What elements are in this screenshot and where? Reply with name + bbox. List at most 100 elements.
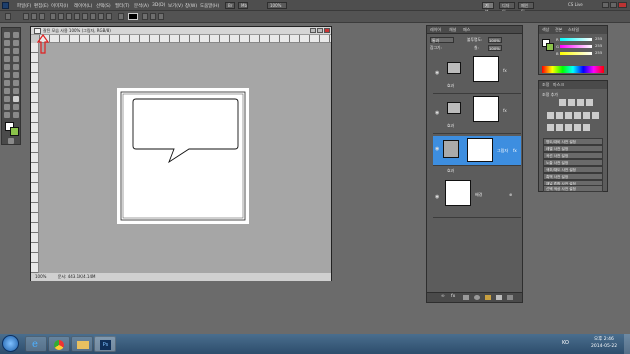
language-indicator[interactable]: KO: [562, 340, 569, 346]
invert-icon[interactable]: [547, 124, 554, 131]
3d-camera-tool-icon[interactable]: [13, 104, 19, 110]
marquee-tool-icon[interactable]: [13, 32, 19, 38]
selective-color-icon[interactable]: [583, 124, 590, 131]
blend-mode-select[interactable]: 통과: [430, 37, 454, 43]
artboard[interactable]: [117, 88, 249, 224]
curves-icon[interactable]: [577, 99, 584, 106]
r-value[interactable]: 255: [595, 36, 602, 41]
brush-tool-icon[interactable]: [13, 56, 19, 62]
tab-masks[interactable]: 마스크: [553, 82, 564, 88]
3d-rotate-tool-icon[interactable]: [4, 104, 10, 110]
path-select-tool-icon[interactable]: [4, 96, 10, 102]
clock-time[interactable]: 오후 2:46: [594, 336, 614, 342]
doc-close-button[interactable]: [324, 28, 330, 33]
polygon-icon[interactable]: [90, 13, 96, 20]
quick-select-tool-icon[interactable]: [13, 40, 19, 46]
doc-minimize-button[interactable]: [310, 28, 316, 33]
taskbar-chrome-icon[interactable]: [48, 336, 70, 352]
brightness-icon[interactable]: [559, 99, 566, 106]
intersect-icon[interactable]: [158, 13, 164, 20]
eyedropper-tool-icon[interactable]: [13, 48, 19, 54]
menu-analysis[interactable]: 분석(A): [134, 3, 149, 9]
menu-help[interactable]: 도움말(H): [200, 3, 219, 9]
horizontal-ruler[interactable]: [39, 35, 331, 43]
layer-fx-icon[interactable]: fx: [503, 68, 507, 73]
color-swatch[interactable]: [128, 13, 138, 20]
workspace-design[interactable]: 디자인: [499, 2, 515, 14]
hand-tool-icon[interactable]: [4, 112, 10, 118]
hue-saturation-icon[interactable]: [556, 112, 563, 119]
vibrance-icon[interactable]: [547, 112, 554, 119]
custom-shape-icon[interactable]: [106, 13, 112, 20]
move-tool-icon[interactable]: [4, 32, 10, 38]
link-icon[interactable]: ∞: [441, 294, 445, 299]
b-slider[interactable]: [560, 52, 592, 55]
folder-icon[interactable]: [485, 295, 491, 300]
mask-icon[interactable]: [463, 295, 469, 300]
tab-layers[interactable]: 레이어: [430, 27, 441, 33]
lasso-tool-icon[interactable]: [4, 40, 10, 46]
blur-tool-icon[interactable]: [4, 80, 10, 86]
photo-filter-icon[interactable]: [583, 112, 590, 119]
preset-item[interactable]: 레벨 사전 설정: [543, 145, 603, 152]
tab-adjustments[interactable]: 조정: [542, 82, 549, 88]
rounded-rectangle-icon[interactable]: [74, 13, 80, 20]
menu-filter[interactable]: 필터(T): [115, 3, 130, 9]
menu-view[interactable]: 보기(V): [168, 3, 183, 9]
color-spectrum-bar[interactable]: [542, 66, 604, 73]
pen-tool-icon[interactable]: [4, 88, 10, 94]
healing-tool-icon[interactable]: [4, 56, 10, 62]
history-brush-tool-icon[interactable]: [13, 64, 19, 70]
levels-icon[interactable]: [568, 99, 575, 106]
layer-name[interactable]: 그림자: [497, 148, 508, 154]
visibility-eye-icon[interactable]: ◉: [435, 70, 439, 76]
shape-layers-icon[interactable]: [23, 13, 29, 20]
layer-row-background[interactable]: ◉ 배경 ⊕: [433, 178, 521, 218]
stamp-tool-icon[interactable]: [4, 64, 10, 70]
preset-item[interactable]: 선택 색상 사전 설정: [543, 185, 603, 192]
menu-window[interactable]: 창(W): [185, 3, 197, 9]
pen-icon[interactable]: [50, 13, 56, 20]
maximize-button[interactable]: [610, 2, 617, 8]
background-layer-name[interactable]: 배경: [475, 192, 482, 198]
workspace-paint[interactable]: 페인팅: [518, 2, 534, 14]
style-icon[interactable]: [118, 13, 124, 20]
fill-pixels-icon[interactable]: [39, 13, 45, 20]
cslive-menu[interactable]: CS Live: [566, 2, 590, 9]
opacity-input[interactable]: 100%: [488, 37, 502, 43]
preset-item[interactable]: 색조/채도 사전 설정: [543, 166, 603, 173]
bg-color-swatch[interactable]: [546, 43, 554, 51]
tab-color[interactable]: 색상: [542, 27, 549, 33]
taskbar-ie-icon[interactable]: e: [25, 336, 47, 352]
shape-tool-icon[interactable]: [13, 96, 19, 102]
vertical-ruler[interactable]: [31, 43, 39, 273]
b-value[interactable]: 255: [595, 50, 602, 55]
new-layer-icon[interactable]: [496, 295, 502, 300]
taskbar-explorer-icon[interactable]: [71, 336, 93, 352]
preset-item[interactable]: 곡선 사전 설정: [543, 152, 603, 159]
layer-row-selected[interactable]: ◉ 그림자 fx: [433, 136, 521, 166]
zoom-level-select[interactable]: 100%: [267, 2, 287, 9]
ellipse-icon[interactable]: [82, 13, 88, 20]
layer-fx-icon[interactable]: fx: [513, 148, 517, 153]
zoom-tool-icon[interactable]: [13, 112, 19, 118]
preset-item[interactable]: 흑백 사전 설정: [543, 173, 603, 180]
color-balance-icon[interactable]: [565, 112, 572, 119]
black-white-icon[interactable]: [574, 112, 581, 119]
type-tool-icon[interactable]: [13, 88, 19, 94]
crop-tool-icon[interactable]: [4, 48, 10, 54]
menu-layer[interactable]: 레이어(L): [74, 3, 92, 9]
preset-item[interactable]: 노출 사전 설정: [543, 159, 603, 166]
menu-3d[interactable]: 3D(D): [152, 3, 165, 8]
combine-icon[interactable]: [142, 13, 148, 20]
close-app-button[interactable]: [618, 2, 627, 8]
clock-date[interactable]: 2014-05-22: [591, 344, 617, 349]
g-slider[interactable]: [560, 45, 592, 48]
adjustment-icon[interactable]: [474, 295, 480, 300]
preset-item[interactable]: 명도/대비 사전 설정: [543, 138, 603, 145]
tab-swatches[interactable]: 견본: [555, 27, 562, 33]
eraser-tool-icon[interactable]: [4, 72, 10, 78]
bridge-button[interactable]: Br: [225, 2, 235, 9]
gradient-tool-icon[interactable]: [13, 72, 19, 78]
document-tab[interactable]: 잘된 모습 사용 100% (그림자, RGB/8): [31, 27, 331, 35]
